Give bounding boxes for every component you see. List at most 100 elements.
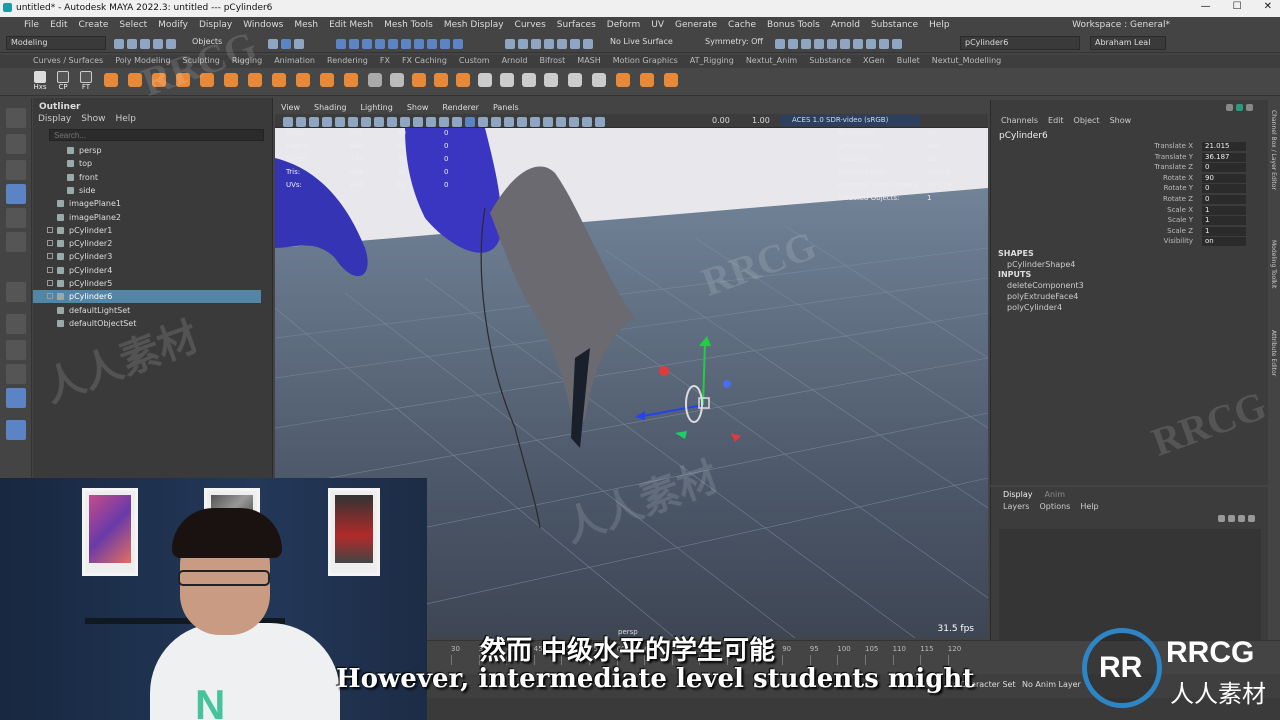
layer-tab-display[interactable]: Display — [1003, 490, 1033, 499]
shelf-tab[interactable]: Nextut_Modelling — [932, 56, 1001, 65]
object-name-field[interactable]: pCylinder6 — [960, 36, 1080, 50]
menu-item[interactable]: Mesh Display — [444, 20, 504, 30]
shelf-tab[interactable]: Poly Modeling — [115, 56, 170, 65]
paint-select-tool-icon[interactable] — [6, 160, 26, 180]
poly-prism-icon[interactable] — [296, 73, 310, 87]
shelf-tab[interactable]: MASH — [577, 56, 600, 65]
layer-tab-anim[interactable]: Anim — [1045, 490, 1066, 499]
channel-attribute-value[interactable]: on — [1202, 237, 1246, 247]
move-tool-icon[interactable] — [6, 184, 26, 204]
side-tab-modeling-toolkit[interactable]: Modeling Toolkit — [1270, 240, 1277, 288]
menu-item[interactable]: Mesh — [294, 20, 318, 30]
exposure-field[interactable]: 0.00 — [712, 116, 730, 125]
poly-pyramid-icon[interactable] — [272, 73, 286, 87]
channel-attribute-value[interactable]: 0 — [1202, 184, 1246, 194]
outliner-item[interactable]: side — [33, 184, 261, 197]
merge-icon[interactable] — [568, 73, 582, 87]
expand-icon[interactable] — [47, 226, 53, 233]
auto-map-icon[interactable] — [664, 73, 678, 87]
layer-menu-help[interactable]: Help — [1080, 502, 1098, 511]
channel-attribute-value[interactable]: 1 — [1202, 226, 1246, 236]
menu-item[interactable]: Generate — [675, 20, 717, 30]
channel-attribute[interactable]: Scale Z 1 — [1121, 226, 1246, 237]
lasso-tool-icon[interactable] — [6, 134, 26, 154]
channel-attribute[interactable]: Rotate Y 0 — [1121, 184, 1246, 194]
outliner-item[interactable]: pCylinder4 — [33, 264, 261, 277]
menu-item[interactable]: Edit — [50, 20, 67, 30]
outliner-item[interactable]: pCylinder6 — [33, 290, 261, 304]
menu-item[interactable]: Cache — [728, 20, 756, 30]
outliner-menu-help[interactable]: Help — [115, 114, 136, 124]
uv-editor-icon[interactable] — [616, 73, 630, 87]
poly-plane-icon[interactable] — [224, 73, 238, 87]
menu-item[interactable]: Create — [79, 20, 109, 30]
shelf-tab[interactable]: Substance — [809, 56, 851, 65]
color-space-dropdown[interactable]: ACES 1.0 SDR-video (sRGB) — [780, 115, 920, 126]
shelf-tab[interactable]: XGen — [863, 56, 885, 65]
shelf-hxs-button[interactable]: Hxs — [32, 71, 48, 91]
menu-set-dropdown[interactable]: Modeling — [6, 36, 106, 50]
separate-icon[interactable] — [344, 73, 358, 87]
expand-icon[interactable] — [47, 240, 53, 247]
shelf-tab[interactable]: Rendering — [327, 56, 368, 65]
input-node[interactable]: polyExtrudeFace4 — [1007, 292, 1078, 301]
side-tab-channel-box[interactable]: Channel Box / Layer Editor — [1270, 110, 1277, 190]
shelf-tab[interactable]: FX Caching — [402, 56, 447, 65]
combine-icon[interactable] — [320, 73, 334, 87]
extrude-icon[interactable] — [412, 73, 426, 87]
channel-attribute[interactable]: Translate Z 0 — [1121, 163, 1246, 173]
poly-torus-icon[interactable] — [200, 73, 214, 87]
boolean-icon[interactable] — [390, 73, 404, 87]
four-view-icon[interactable] — [6, 340, 26, 360]
shelf-tab[interactable]: Arnold — [502, 56, 528, 65]
channel-attribute[interactable]: Scale Y 1 — [1121, 216, 1246, 226]
channel-menu-edit[interactable]: Edit — [1048, 116, 1064, 125]
channel-attribute[interactable]: Visibility on — [1121, 237, 1246, 247]
channel-attribute-value[interactable]: 90 — [1202, 173, 1246, 183]
poly-sphere-icon[interactable] — [104, 73, 118, 87]
channel-attribute-value[interactable]: 0 — [1202, 195, 1246, 204]
menu-item[interactable]: Display — [199, 20, 232, 30]
shelf-tab[interactable]: FX — [380, 56, 390, 65]
channel-attribute-value[interactable]: 0 — [1202, 163, 1246, 173]
shelf-tab[interactable]: Animation — [274, 56, 315, 65]
menu-item[interactable]: Surfaces — [557, 20, 596, 30]
input-node[interactable]: polyCylinder4 — [1007, 303, 1062, 312]
last-tool-icon[interactable] — [6, 282, 26, 302]
single-view-icon[interactable] — [6, 314, 26, 334]
channel-attribute-value[interactable]: 1 — [1202, 205, 1246, 215]
outliner-search-input[interactable] — [49, 129, 264, 141]
viewport-menu-lighting[interactable]: Lighting — [360, 103, 392, 112]
menu-item[interactable]: UV — [651, 20, 664, 30]
channel-attribute[interactable]: Translate X 21.015 — [1121, 142, 1246, 152]
shelf-tab[interactable]: Custom — [459, 56, 490, 65]
shelf-tab[interactable]: Rigging — [232, 56, 262, 65]
menu-item[interactable]: Modify — [158, 20, 188, 30]
planar-map-icon[interactable] — [640, 73, 654, 87]
menu-item[interactable]: Substance — [871, 20, 918, 30]
anim-layer-dropdown[interactable]: No Anim Layer — [1022, 680, 1081, 689]
layer-menu-options[interactable]: Options — [1039, 502, 1070, 511]
channel-attribute-value[interactable]: 21.015 — [1202, 142, 1246, 151]
outliner-item[interactable]: pCylinder1 — [33, 224, 261, 237]
poly-disc-icon[interactable] — [248, 73, 262, 87]
shelf-tab[interactable]: Curves / Surfaces — [33, 56, 103, 65]
live-surface-field[interactable]: No Live Surface — [610, 37, 673, 46]
outliner-item[interactable]: imagePlane2 — [33, 211, 261, 224]
menu-item[interactable]: Help — [929, 20, 950, 30]
menu-item[interactable]: Mesh Tools — [384, 20, 433, 30]
outliner-item[interactable]: pCylinder2 — [33, 237, 261, 250]
channel-menu-object[interactable]: Object — [1074, 116, 1100, 125]
shelf-tab[interactable]: Sculpting — [183, 56, 220, 65]
menu-item[interactable]: Select — [119, 20, 147, 30]
layer-menu-layers[interactable]: Layers — [1003, 502, 1029, 511]
maximize-button[interactable]: ☐ — [1233, 1, 1242, 12]
mirror-icon[interactable] — [592, 73, 606, 87]
expand-icon[interactable] — [47, 280, 53, 286]
channel-attribute[interactable]: Rotate Z 0 — [1121, 195, 1246, 205]
channel-attribute[interactable]: Translate Y 36.187 — [1121, 152, 1246, 163]
outliner-item[interactable]: pCylinder3 — [33, 250, 261, 263]
outliner-layout-icon[interactable] — [6, 388, 26, 408]
poly-cube-icon[interactable] — [128, 73, 142, 87]
outliner-menu-show[interactable]: Show — [81, 114, 105, 124]
